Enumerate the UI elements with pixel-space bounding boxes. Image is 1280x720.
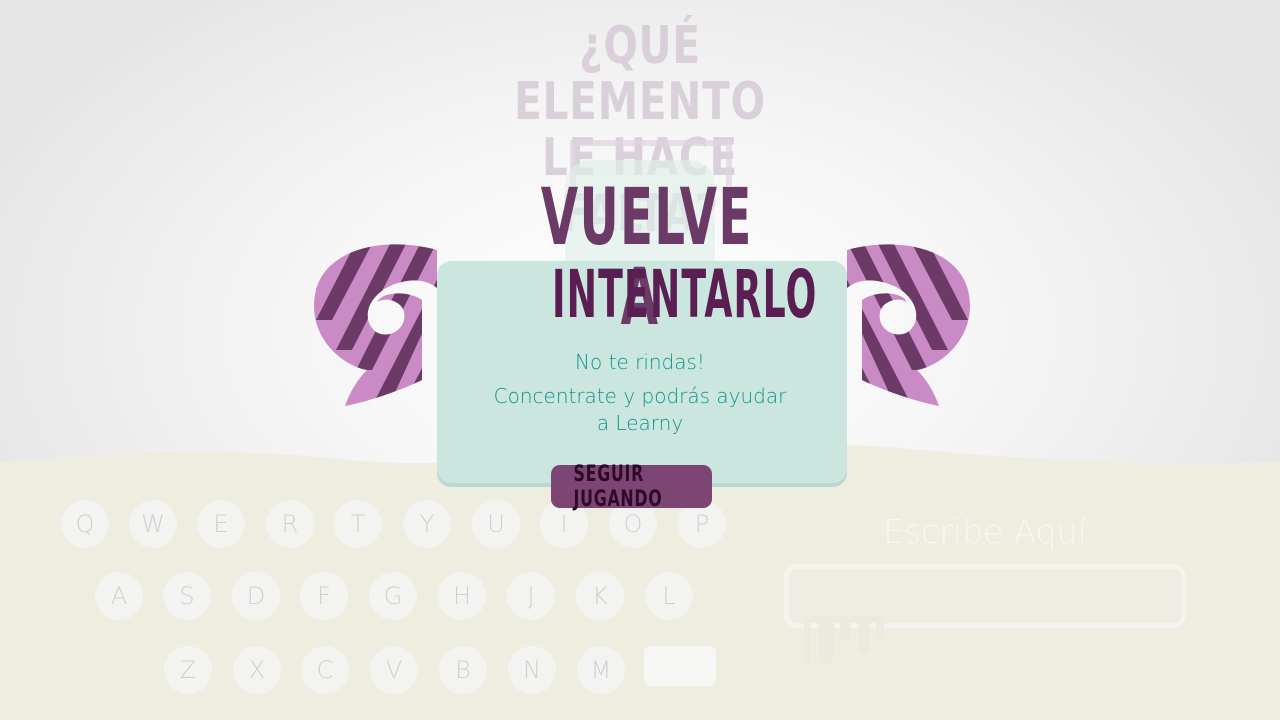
key-k[interactable]: K <box>576 572 624 620</box>
key-v[interactable]: V <box>370 646 418 694</box>
key-n[interactable]: N <box>508 646 556 694</box>
background-title-line1: ¿QUÉ ELEMENTO <box>514 16 766 132</box>
dialog-message-body: Concentrate y podrás ayudar a Learny <box>470 383 810 437</box>
key-u[interactable]: U <box>472 500 520 548</box>
key-delete[interactable] <box>644 646 716 686</box>
key-e[interactable]: E <box>197 500 245 548</box>
key-x[interactable]: X <box>233 646 281 694</box>
dialog-message-encourage: No te rindas! <box>575 350 705 374</box>
key-j[interactable]: J <box>507 572 555 620</box>
key-c[interactable]: C <box>301 646 349 694</box>
key-h[interactable]: H <box>438 572 486 620</box>
dialog-title-line2: INTENTARLO <box>552 256 818 333</box>
key-r[interactable]: R <box>266 500 314 548</box>
dialog-message-line2: a Learny <box>596 411 684 435</box>
key-t[interactable]: T <box>334 500 382 548</box>
key-w[interactable]: W <box>129 500 177 548</box>
key-l[interactable]: L <box>645 572 693 620</box>
key-s[interactable]: S <box>163 572 211 620</box>
key-f[interactable]: F <box>300 572 348 620</box>
dialog-message-line1: Concentrate y podrás ayudar <box>493 384 787 408</box>
key-y[interactable]: Y <box>403 500 451 548</box>
key-m[interactable]: M <box>577 646 625 694</box>
answer-drips <box>804 615 884 667</box>
left-horn <box>314 244 438 406</box>
game-screen: ¿QUÉ ELEMENTO LE HACE FALTA? Q W E R T Y… <box>0 0 1280 720</box>
key-g[interactable]: G <box>369 572 417 620</box>
key-d[interactable]: D <box>232 572 280 620</box>
continue-playing-button[interactable]: SEGUIR JUGANDO <box>551 462 712 512</box>
key-b[interactable]: B <box>439 646 487 694</box>
right-horn <box>846 244 970 406</box>
key-z[interactable]: Z <box>164 646 212 694</box>
key-q[interactable]: Q <box>61 500 109 548</box>
key-a[interactable]: A <box>95 572 143 620</box>
continue-playing-label: SEGUIR JUGANDO <box>573 461 663 512</box>
answer-label: Escribe Aquí <box>883 512 1087 551</box>
